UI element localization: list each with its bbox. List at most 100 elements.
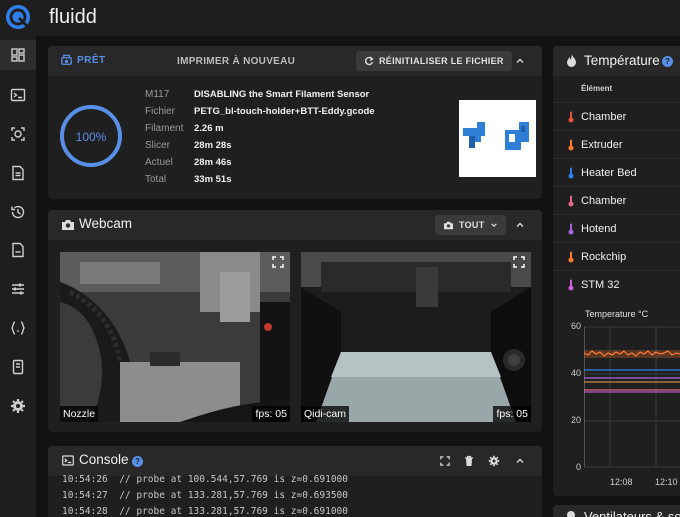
camera-icon [11,127,25,141]
help-icon[interactable]: ? [662,56,673,67]
sensor-name: Hotend [581,223,617,235]
info-value: DISABLING the Smart Filament Sensor [194,89,370,100]
webcam-feed[interactable]: Qidi-cam fps: 05 [301,252,531,422]
sensor-row[interactable]: Heater Bed [553,158,680,186]
nav-history[interactable] [0,197,36,227]
sensor-name: Chamber [581,111,627,123]
fans-card: Ventilateurs & sorties [553,505,680,517]
console-icon [62,455,74,466]
expand-icon[interactable] [440,456,450,466]
fans-title: Ventilateurs & sorties [584,509,680,517]
part-thumbnail-image [463,122,529,150]
tune-icon [12,283,24,295]
reset-file-label: RÉINITIALISER LE FICHIER [379,56,504,66]
camera-fps: fps: 05 [252,406,290,422]
dashboard-icon [11,48,25,62]
reset-file-button[interactable]: RÉINITIALISER LE FICHIER [356,51,512,71]
y-tick-label: 40 [570,368,581,378]
tab-status[interactable]: PRÊT [60,54,106,67]
thermometer-icon [568,111,574,123]
nav-config[interactable] [0,235,36,265]
chevron-up-icon [516,58,524,63]
nozzle-camera-image [60,252,290,422]
webcam-feed[interactable]: Nozzle fps: 05 [60,252,290,422]
sensor-row[interactable]: Rockchip [553,242,680,270]
help-icon[interactable]: ? [132,456,143,467]
thermometer-icon [568,279,574,291]
nav-system[interactable] [0,352,36,382]
nav-tune[interactable] [0,274,36,304]
sensor-name: Extruder [581,139,623,151]
x-tick-label: 12:10 [655,477,678,487]
chamber-camera-image [301,252,531,422]
fluidd-logo[interactable] [5,4,31,30]
tab-reprint[interactable]: IMPRIMER À NOUVEAU [177,56,295,67]
fire-icon [568,139,574,151]
camera-icon [62,220,74,230]
nav-macros[interactable] [0,313,36,343]
y-tick-label: 20 [570,415,581,425]
y-tick-label: 0 [575,462,581,472]
progress-percent: 100% [75,130,107,144]
console-line: 10:54:27 // probe at 133.281,57.769 is z… [62,490,348,501]
console-icon [10,88,26,102]
fans-card-header: Ventilateurs & sorties [553,505,680,517]
console-line: 10:54:26 // probe at 100.544,57.769 is z… [62,474,348,485]
webcam-card: Webcam TOUT Nozzle fps: 05 Qidi-cam fps:… [48,210,542,432]
camera-name: Nozzle [60,406,99,422]
info-value: 28m 28s [194,140,232,151]
nav-webcam[interactable] [0,119,36,149]
info-value: 33m 51s [194,174,232,185]
sensor-row[interactable]: Chamber [553,102,680,130]
info-value: 28m 46s [194,157,232,168]
file-icon [12,242,24,258]
nav-console[interactable] [0,80,36,110]
chart-label: Temperature °C [585,309,649,319]
sidebar [0,36,36,517]
console-title: Console [79,452,129,467]
thermometer-icon [568,251,574,263]
print-thumbnail [459,100,536,177]
fullscreen-icon[interactable] [272,256,284,268]
nav-settings[interactable] [0,391,36,421]
refresh-icon [365,56,374,66]
gear-icon [11,399,25,413]
status-card: PRÊT IMPRIMER À NOUVEAU RÉINITIALISER LE… [48,46,542,199]
camera-name: Qidi-cam [301,406,350,422]
sensor-name: Chamber [581,195,627,207]
app-title: fluidd [49,6,97,28]
file-list-icon [12,165,24,181]
sensor-name: Heater Bed [581,167,637,179]
braces-icon [11,321,25,335]
temperature-chart [584,326,680,468]
fan-icon [567,511,575,517]
sensor-row[interactable]: Chamber [553,186,680,214]
console-line: 10:54:28 // probe at 133.281,57.769 is z… [62,506,348,517]
webcam-card-header: Webcam TOUT [48,210,542,240]
collapse-webcam-button[interactable] [513,218,527,232]
info-label: Total [145,174,167,185]
collapse-console-button[interactable] [513,454,527,468]
collapse-status-button[interactable] [513,54,527,68]
trash-icon[interactable] [464,455,474,467]
info-label: Fichier [145,106,176,117]
temperature-title: Température [584,53,660,68]
sensor-name: Rockchip [581,251,627,263]
y-tick-label: 60 [570,321,581,331]
temperature-card-header: Température ? [553,46,680,76]
thermometer-icon [568,223,574,235]
sensor-row[interactable]: Hotend [553,214,680,242]
thermometer-icon [568,195,574,207]
printer-icon [61,54,72,65]
sensor-row[interactable]: Extruder [553,130,680,158]
radiator-icon [568,167,574,179]
gear-icon[interactable] [488,455,500,467]
nav-dashboard[interactable] [0,40,36,70]
top-bar: fluidd [0,0,680,36]
info-label: Actuel [145,157,173,168]
fullscreen-icon[interactable] [513,256,525,268]
camera-filter-button[interactable]: TOUT [435,215,506,235]
console-card: Console ? 10:54:26 // probe at 100.544,5… [48,446,542,517]
sensor-row[interactable]: STM 32 [553,270,680,298]
nav-jobs[interactable] [0,158,36,188]
